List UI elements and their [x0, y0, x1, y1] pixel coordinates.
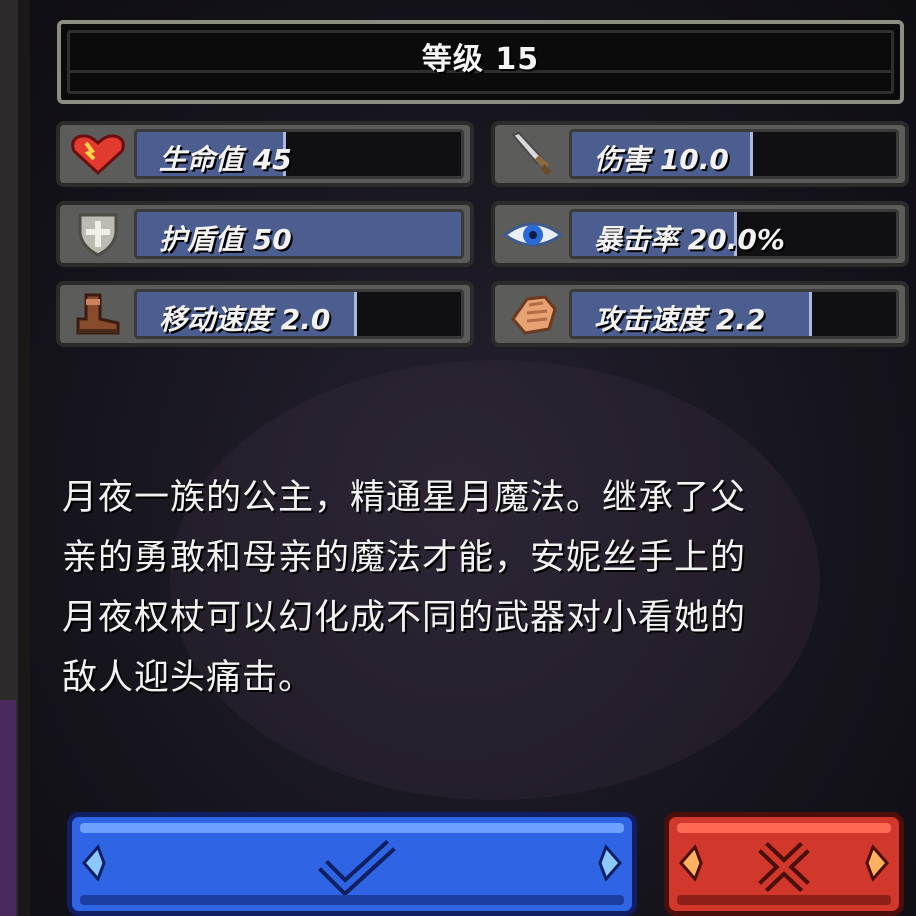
level-label: 等级 15 [421, 42, 540, 77]
description-line: 月夜一族的公主，精通星月魔法。继承了父 [62, 478, 747, 518]
stat-health: 生命值 45 [56, 121, 474, 187]
gem-icon [82, 844, 106, 882]
character-description: 月夜一族的公主，精通星月魔法。继承了父 亲的勇敢和母亲的魔法才能，安妮丝手上的 … [62, 468, 892, 708]
cancel-button-shade [677, 895, 891, 905]
shield-icon [64, 209, 132, 259]
stat-damage-bar: 伤害 10.0 [569, 129, 899, 179]
stat-shield: 护盾值 50 [56, 201, 474, 267]
stat-damage-label: 伤害 10.0 [594, 143, 729, 176]
stat-move-speed-bar: 移动速度 2.0 [134, 289, 464, 339]
stat-shield-bar: 护盾值 50 [134, 209, 464, 259]
confirm-button[interactable] [67, 812, 637, 916]
stat-shield-label: 护盾值 50 [159, 223, 292, 256]
left-frame-decoration [0, 700, 16, 916]
x-icon [758, 841, 810, 893]
stat-health-bar: 生命值 45 [134, 129, 464, 179]
fist-icon [499, 289, 567, 339]
stat-crit-label: 暴击率 20.0% [594, 223, 785, 256]
left-frame-edge [18, 0, 30, 916]
heart-icon [64, 129, 132, 179]
boot-icon [64, 289, 132, 339]
eye-icon [499, 209, 567, 259]
sword-icon [499, 129, 567, 179]
stat-attack-speed-label: 攻击速度 2.2 [594, 303, 766, 336]
stat-damage: 伤害 10.0 [491, 121, 909, 187]
confirm-button-shade [80, 895, 624, 905]
gem-icon [865, 844, 889, 882]
cancel-button-highlight [677, 823, 891, 833]
stat-crit-bar: 暴击率 20.0% [569, 209, 899, 259]
checkmark-icon [318, 839, 396, 895]
cancel-button[interactable] [664, 812, 904, 916]
description-line: 亲的勇敢和母亲的魔法才能，安妮丝手上的 [62, 538, 747, 578]
gem-icon [598, 844, 622, 882]
confirm-button-highlight [80, 823, 624, 833]
level-header: 等级 15 [57, 20, 904, 104]
stat-attack-speed: 攻击速度 2.2 [491, 281, 909, 347]
description-line: 敌人迎头痛击。 [62, 658, 315, 698]
stat-health-label: 生命值 45 [159, 143, 292, 176]
stat-move-speed-label: 移动速度 2.0 [159, 303, 331, 336]
gem-icon [679, 844, 703, 882]
stat-crit: 暴击率 20.0% [491, 201, 909, 267]
description-line: 月夜权杖可以幻化成不同的武器对小看她的 [62, 598, 747, 638]
stat-attack-speed-bar: 攻击速度 2.2 [569, 289, 899, 339]
stat-move-speed: 移动速度 2.0 [56, 281, 474, 347]
